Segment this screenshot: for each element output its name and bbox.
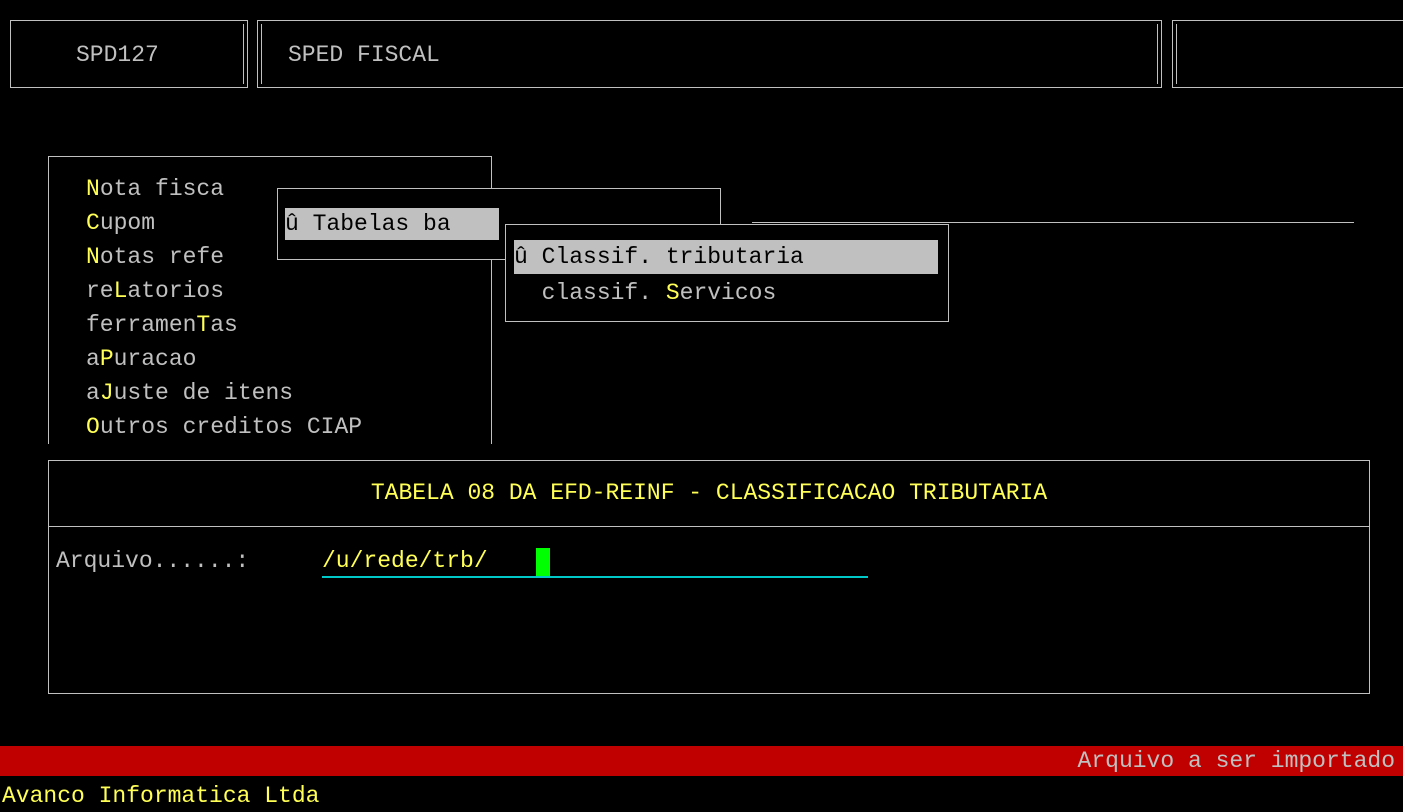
system-title: SPED FISCAL: [288, 42, 440, 68]
program-code: SPD127: [76, 42, 159, 68]
menu-item-outros-creditos-ciap[interactable]: Outros creditos CIAP: [86, 410, 362, 444]
menu-item-nota-fiscal[interactable]: Nota fisca: [86, 172, 224, 206]
submenu2-item-classif-tributaria[interactable]: û Classif. tributaria: [514, 240, 938, 274]
menu-item-cupom[interactable]: Cupom: [86, 206, 155, 240]
status-bar: Arquivo a ser importado: [0, 746, 1403, 776]
dialog-title: TABELA 08 DA EFD-REINF - CLASSIFICACAO T…: [370, 480, 1048, 506]
status-message: Arquivo a ser importado: [1077, 748, 1395, 774]
submenu2-item-classif-servicos[interactable]: classif. Servicos: [514, 276, 777, 310]
menu-item-ferramentas[interactable]: ferramenTas: [86, 308, 238, 342]
right-header-box-inner: [1176, 24, 1403, 84]
submenu2-top-extension: [752, 222, 1354, 223]
arquivo-input-value: /u/rede/trb/: [322, 548, 488, 574]
submenu-item-tabelas-basicas[interactable]: û Tabelas ba: [285, 208, 499, 240]
menu-item-apuracao[interactable]: aPuracao: [86, 342, 196, 376]
text-cursor: [536, 548, 550, 576]
dialog-title-separator: [48, 526, 1370, 527]
menu-item-notas-referenciadas[interactable]: Notas refe: [86, 240, 224, 274]
menu-item-relatorios[interactable]: reLatorios: [86, 274, 224, 308]
company-name: Avanco Informatica Ltda: [2, 783, 320, 809]
arquivo-input[interactable]: /u/rede/trb/: [322, 544, 868, 578]
menu-item-ajuste-de-itens[interactable]: aJuste de itens: [86, 376, 293, 410]
field-label-arquivo: Arquivo......:: [56, 548, 250, 574]
